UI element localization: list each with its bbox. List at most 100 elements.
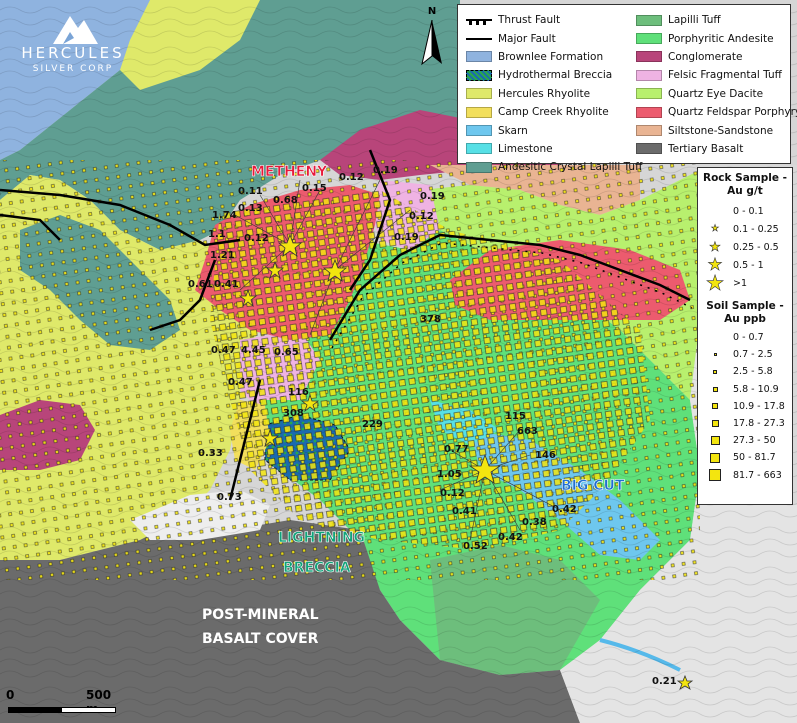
- legend-item-hydrothermal-breccia: Hydrothermal Breccia: [466, 66, 642, 84]
- star-icon: ★: [705, 270, 725, 295]
- legend-swatch: [466, 106, 492, 118]
- legend-swatch: [466, 143, 492, 155]
- sample-value: 0.77: [444, 444, 469, 455]
- legend-label: Hydrothermal Breccia: [498, 69, 613, 82]
- legend-item-camp-creek-rhyolite: Camp Creek Rhyolite: [466, 103, 642, 121]
- label-post-mineral: POST-MINERAL: [202, 607, 319, 623]
- soil-legend-label: 0 - 0.7: [733, 332, 764, 344]
- sample-value: 0.73: [217, 492, 242, 503]
- sample-value: 0.12: [339, 172, 364, 183]
- legend-label: Lapilli Tuff: [668, 14, 721, 27]
- geology-legend-left: Thrust Fault Major Fault Brownlee Formatio…: [466, 11, 642, 177]
- legend-item-quartz-feldspar-porphyry: Quartz Feldspar Porphyry: [636, 103, 797, 121]
- north-arrow: N: [420, 6, 444, 66]
- legend-item-major-fault: Major Fault: [466, 29, 642, 47]
- sample-value: 378: [420, 314, 441, 325]
- sample-value: 0.42: [498, 532, 523, 543]
- star-icon: ★: [709, 239, 721, 255]
- legend-label: Tertiary Basalt: [668, 142, 744, 155]
- rock-legend-subtitle: Au g/t: [727, 185, 763, 197]
- legend-swatch: [466, 19, 492, 26]
- legend-swatch: [636, 51, 662, 63]
- soil-legend-label: 2.5 - 5.8: [733, 366, 773, 378]
- sample-value: 0.42: [552, 504, 577, 515]
- legend-label: Siltstone-Sandstone: [668, 124, 774, 137]
- soil-legend-label: 10.9 - 17.8: [733, 400, 785, 412]
- soil-legend-label: 81.7 - 663: [733, 469, 782, 481]
- legend-label: Limestone: [498, 142, 553, 155]
- soil-legend-item: 0.7 - 2.5: [703, 346, 787, 363]
- soil-legend-item: 17.8 - 27.3: [703, 415, 787, 432]
- legend-swatch: [636, 125, 662, 137]
- legend-label: Hercules Rhyolite: [498, 87, 591, 100]
- soil-legend-item: 50 - 81.7: [703, 449, 787, 466]
- soil-legend-label: 5.8 - 10.9: [733, 383, 779, 395]
- label-metheny: METHENY: [251, 164, 328, 180]
- sample-value: 116: [288, 387, 309, 398]
- sample-value: 0.12: [440, 488, 465, 499]
- soil-legend-label: 0.7 - 2.5: [733, 349, 773, 361]
- label-breccia: BRECCIA: [283, 560, 351, 576]
- legend-item-tertiary-basalt: Tertiary Basalt: [636, 140, 797, 158]
- sample-value: 0.19: [373, 165, 398, 176]
- rock-legend-label: 0.25 - 0.5: [733, 241, 779, 253]
- sample-value: 0.68: [273, 195, 298, 206]
- legend-item-skarn: Skarn: [466, 121, 642, 139]
- legend-swatch: [466, 69, 492, 81]
- sample-value: 0.33: [198, 448, 223, 459]
- north-arrow-icon: [421, 20, 442, 66]
- legend-label: Porphyritic Andesite: [668, 32, 774, 45]
- rock-legend-item: ★ 0.1 - 0.25: [703, 220, 787, 238]
- scale-bar-graphic: [8, 707, 116, 713]
- rock-legend-item: ★ >1: [703, 270, 787, 295]
- sample-value: 0.19: [394, 232, 419, 243]
- sample-value: 1.74: [212, 210, 237, 221]
- legend-label: Quartz Feldspar Porphyry: [668, 106, 797, 119]
- sample-value: 0.38: [522, 517, 547, 528]
- legend-item-limestone: Limestone: [466, 140, 642, 158]
- soil-legend-title: Soil Sample -: [706, 300, 784, 312]
- geology-legend-right: Lapilli Tuff Porphyritic Andesite Conglome…: [636, 11, 797, 158]
- rock-legend-label: 0.1 - 0.25: [733, 223, 779, 235]
- legend-item-siltstone-sandstone: Siltstone-Sandstone: [636, 121, 797, 139]
- legend-swatch: [636, 88, 662, 100]
- soil-legend-label: 17.8 - 27.3: [733, 418, 785, 430]
- legend-swatch: [466, 88, 492, 100]
- legend-label: Thrust Fault: [498, 14, 561, 27]
- sample-value: 146: [535, 450, 556, 461]
- soil-legend-item: 0 - 0.7: [703, 329, 787, 346]
- sample-value: 0.47: [228, 377, 253, 388]
- logo-title: HERCULES: [21, 44, 125, 62]
- sample-value: 4.45: [241, 345, 266, 356]
- sample-value: 663: [517, 426, 538, 437]
- geology-legend: Thrust Fault Major Fault Brownlee Formatio…: [457, 4, 797, 173]
- legend-item-thrust-fault: Thrust Fault: [466, 11, 642, 29]
- soil-legend-item: 81.7 - 663: [703, 467, 787, 484]
- legend-label: Skarn: [498, 124, 528, 137]
- sample-value: 0.47: [211, 345, 236, 356]
- rock-legend-title: Rock Sample -: [703, 172, 787, 184]
- legend-item-quartz-eye-dacite: Quartz Eye Dacite: [636, 85, 797, 103]
- square-icon: [703, 353, 727, 357]
- au-legend: Rock Sample - Au g/t 0 - 0.1 ★ 0.1 - 0.25 ★…: [697, 167, 793, 505]
- legend-item-andesitic-crystal-lapilli-tuff: Andesitic Crystal Lapilli Tuff: [466, 158, 642, 176]
- sample-value: 0.15: [302, 183, 327, 194]
- legend-item-felsic-fragmental-tuff: Felsic Fragmental Tuff: [636, 66, 797, 84]
- legend-label: Conglomerate: [668, 50, 743, 63]
- sample-value: 0.13: [238, 203, 263, 214]
- north-label: N: [427, 6, 437, 17]
- square-icon: [703, 436, 727, 446]
- sample-value: 1.05: [437, 469, 462, 480]
- legend-item-porphyritic-andesite: Porphyritic Andesite: [636, 29, 797, 47]
- sample-value: 0.12: [409, 211, 434, 222]
- sample-value: 0.19: [420, 191, 445, 202]
- legend-swatch: [466, 125, 492, 137]
- sample-value: 0.41: [214, 279, 239, 290]
- scale-start: 0: [6, 688, 15, 702]
- sample-value: 0.61: [188, 279, 213, 290]
- legend-swatch: [636, 14, 662, 26]
- legend-item-brownlee-formation: Brownlee Formation: [466, 48, 642, 66]
- sample-value: 1.21: [210, 250, 235, 261]
- legend-swatch: [636, 33, 662, 45]
- sample-value: 0.21: [652, 676, 677, 687]
